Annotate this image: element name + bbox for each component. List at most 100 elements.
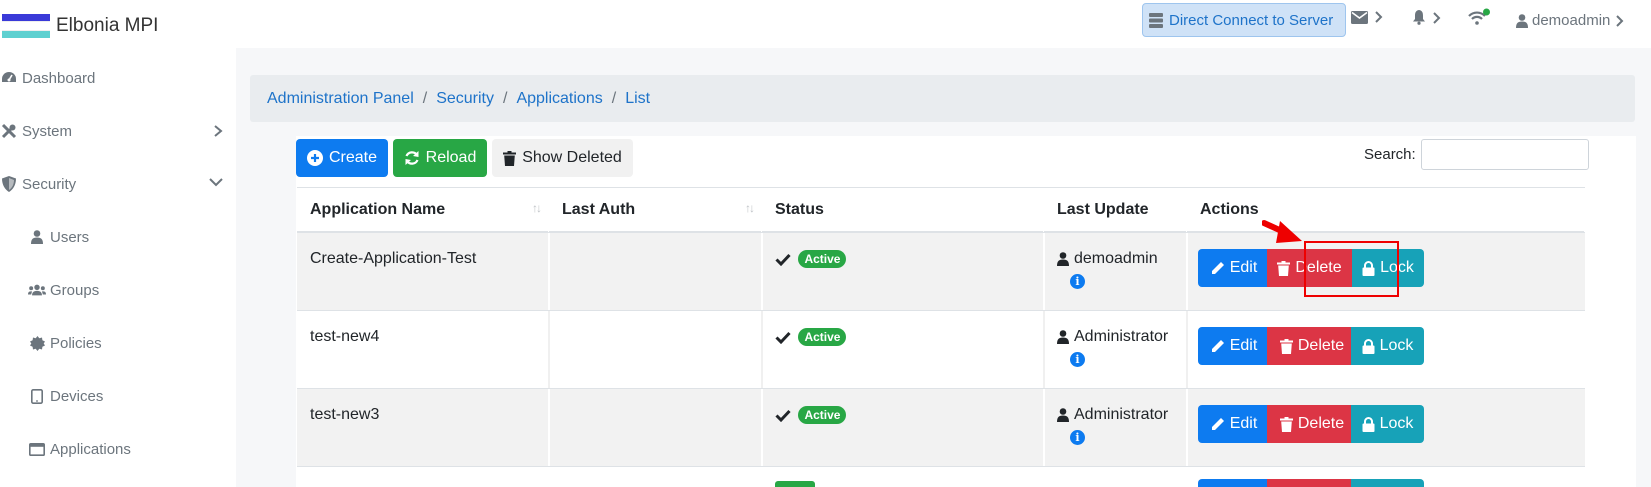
create-button[interactable]: Create [296,139,388,177]
chevron-right-icon [214,125,223,137]
lock-button[interactable]: Lock [1351,405,1424,443]
search-label: Search: [1364,146,1416,163]
sidebar-item-label: Security [22,175,77,193]
pencil-icon [1211,262,1224,274]
status-cell: Active [762,389,1044,467]
chevron-down-icon [209,178,223,187]
delete-button[interactable]: Delete [1267,327,1357,365]
pencil-icon [1211,340,1224,352]
chevron-right-icon [1375,11,1383,23]
info-icon[interactable]: i [1070,430,1085,445]
brand[interactable]: Elbonia MPI [2,14,158,38]
trash-icon [503,150,517,166]
sync-icon [405,151,419,165]
last-auth [549,233,762,311]
breadcrumb-security[interactable]: Security [436,90,494,108]
sidebar-item-users[interactable]: Users [0,217,236,257]
window-icon [28,442,46,456]
status-badge-partial [775,481,815,487]
shield-icon [0,176,18,192]
show-deleted-label: Show Deleted [522,149,622,166]
sidebar-item-policies[interactable]: Policies [0,323,236,363]
sidebar-item-dashboard[interactable]: Dashboard [0,58,236,98]
status-badge: Active [798,406,847,424]
messages-menu[interactable] [1351,10,1385,24]
lock-icon [1362,416,1375,432]
plus-circle-icon [306,150,323,166]
create-label: Create [328,149,378,166]
updated-by: Administrator [1074,328,1169,345]
user-icon [1057,330,1069,344]
annotation-arrow-icon [1262,220,1302,243]
edit-button[interactable]: Edit [1198,405,1270,443]
bell-icon [1413,10,1425,25]
sort-icon: ↑↓ [745,201,755,215]
column-header-last-auth[interactable]: Last Auth ↑↓ [549,188,762,232]
application-name: Create-Application-Test [310,250,477,267]
application-name: test-new4 [310,328,380,345]
sidebar-item-security[interactable]: Security [0,164,236,204]
table-header: Application Name ↑↓ Last Auth ↑↓ Status … [297,187,1585,233]
sidebar-item-label: Users [50,228,90,246]
user-icon [1057,408,1069,422]
status-cell: Active [762,311,1044,389]
sidebar-item-label: Policies [50,334,102,352]
reload-button[interactable]: Reload [393,139,487,177]
info-icon[interactable]: i [1070,274,1085,289]
show-deleted-button[interactable]: Show Deleted [492,139,633,177]
last-auth [549,311,762,389]
check-icon [775,253,791,266]
dashboard-icon [0,71,18,85]
sidebar-item-applications[interactable]: Applications [0,429,236,469]
edit-button[interactable]: Edit [1198,249,1270,287]
direct-connect-button[interactable]: Direct Connect to Server [1142,3,1346,37]
status-badge: Active [798,328,847,346]
connection-status[interactable] [1467,8,1491,26]
server-icon [1149,12,1163,28]
app-title: Elbonia MPI [56,15,159,36]
lock-button[interactable]: Lock [1351,327,1424,365]
table-row [297,467,1585,487]
info-icon[interactable]: i [1070,352,1085,367]
trash-icon [1277,260,1291,276]
column-header-status: Status [762,188,1044,232]
check-icon [775,331,791,344]
top-navbar: Elbonia MPI Direct Connect to Server dem… [0,0,1651,48]
column-header-application-name[interactable]: Application Name ↑↓ [297,188,549,232]
notifications-menu[interactable] [1412,10,1443,25]
certificate-icon [28,335,46,351]
sidebar-item-label: System [22,122,73,140]
delete-button[interactable] [1267,479,1357,487]
tools-icon [0,123,18,139]
table-row: test-new3 Active Administrator i Edit De… [297,389,1585,467]
updated-by: demoadmin [1074,250,1158,267]
delete-button[interactable]: Delete [1267,405,1357,443]
sidebar-item-label: Groups [50,281,100,299]
sort-icon: ↑↓ [532,201,542,215]
wifi-icon [1468,8,1490,25]
status-badge: Active [798,250,847,268]
breadcrumb-list[interactable]: List [625,90,650,108]
user-menu[interactable]: demoadmin [1516,12,1626,29]
sidebar: Dashboard System Security Users Groups P… [0,48,236,487]
lock-button[interactable] [1351,479,1424,487]
reload-label: Reload [425,149,477,166]
edit-button[interactable] [1198,479,1270,487]
last-update-cell: Administrator i [1044,389,1187,467]
last-update-cell: demoadmin i [1044,233,1187,311]
breadcrumb: Administration Panel / Security / Applic… [250,75,1635,122]
sidebar-item-devices[interactable]: Devices [0,376,236,416]
edit-button[interactable]: Edit [1198,327,1270,365]
last-update-cell: Administrator i [1044,311,1187,389]
breadcrumb-administration-panel[interactable]: Administration Panel [267,90,414,108]
application-name: test-new3 [310,406,380,423]
breadcrumb-applications[interactable]: Applications [516,90,602,108]
user-icon [1516,13,1528,28]
search-input[interactable] [1421,139,1589,170]
trash-icon [1279,338,1293,354]
sidebar-item-groups[interactable]: Groups [0,270,236,310]
sidebar-item-label: Dashboard [22,69,96,87]
trash-icon [1279,416,1293,432]
sidebar-item-system[interactable]: System [0,111,236,151]
envelope-icon [1351,10,1368,24]
